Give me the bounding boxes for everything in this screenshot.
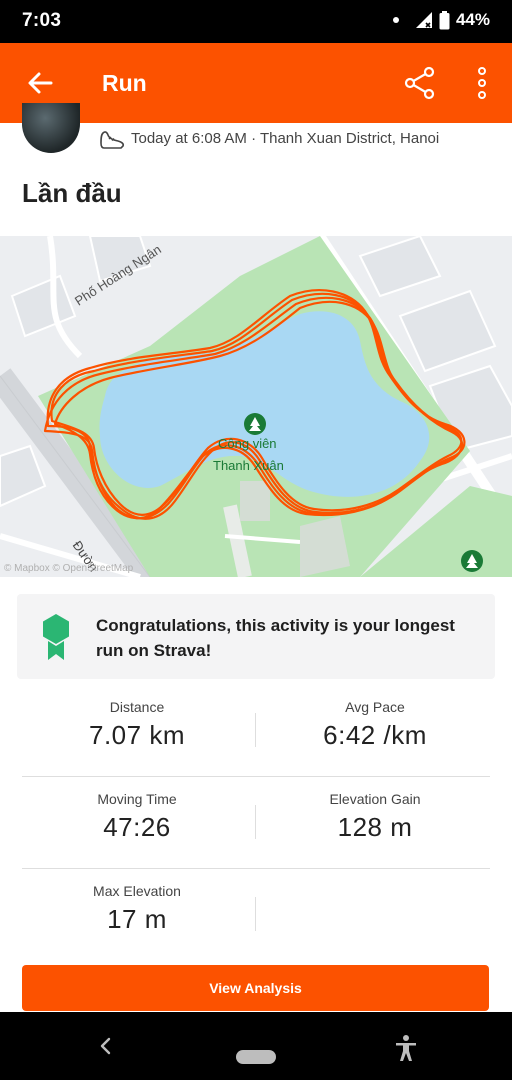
nav-home-pill[interactable] [236,1050,276,1064]
achievement-badge-icon [43,614,69,660]
stats-grid: Distance 7.07 km Avg Pace 6:42 /km Movin… [22,685,490,961]
accessibility-icon[interactable] [393,1034,419,1062]
park-label-2: Thanh Xuân [213,458,284,473]
divider [255,713,256,747]
status-indicators: 44% [392,10,490,30]
stat-label: Distance [109,699,165,715]
stat-value: 6:42 /km [323,720,427,750]
battery-icon [439,10,450,29]
status-time: 7:03 [22,10,62,31]
stat-moving-time: Moving Time 47:26 [22,777,252,843]
stat-avg-pace: Avg Pace 6:42 /km [260,685,490,751]
signal-icon [415,12,432,28]
stat-label: Elevation Gain [329,791,421,807]
stats-row: Moving Time 47:26 Elevation Gain 128 m [22,777,490,869]
stat-label: Max Elevation [93,883,181,899]
achievement-card[interactable]: Congratulations, this activity is your l… [17,594,495,679]
map-canvas [0,236,512,577]
activity-title: Lần đầu [22,178,122,208]
map-attribution: © Mapbox © OpenStreetMap [4,563,134,574]
status-bar: 7:03 44% [0,0,512,43]
stat-elevation-gain: Elevation Gain 128 m [260,777,490,843]
view-analysis-button[interactable]: View Analysis [22,965,489,1011]
stat-max-elevation: Max Elevation 17 m [22,869,252,935]
stat-label: Avg Pace [345,699,405,715]
stat-distance: Distance 7.07 km [22,685,252,751]
stats-row: Distance 7.07 km Avg Pace 6:42 /km [22,685,490,777]
arrow-left-icon[interactable] [22,65,58,101]
battery-percent: 44% [455,10,490,29]
nav-back-icon[interactable] [96,1035,116,1057]
notification-dot-icon [392,17,399,23]
shoe-icon [100,131,125,149]
share-icon[interactable] [402,65,438,101]
stat-value: 7.07 km [89,720,185,750]
activity-meta: Today at 6:08 AM · Thanh Xuan District, … [131,130,440,147]
avatar[interactable] [22,103,80,153]
route-map[interactable]: Phố Hoàng Ngân Đườn Công viên Thanh Xuân… [0,236,512,577]
more-vertical-icon[interactable] [468,65,496,101]
stat-value: 47:26 [103,812,171,842]
activity-header: Today at 6:08 AM · Thanh Xuan District, … [0,103,512,163]
page-title: Run [102,70,147,96]
divider [255,805,256,839]
system-nav-bar [0,1012,512,1080]
stat-value: 17 m [107,904,167,934]
stats-row: Max Elevation 17 m [22,869,490,961]
park-label: Công viên [218,436,277,451]
stat-value: 128 m [337,812,413,842]
divider [255,897,256,931]
stat-label: Moving Time [97,791,177,807]
achievement-text: Congratulations, this activity is your l… [96,616,455,660]
